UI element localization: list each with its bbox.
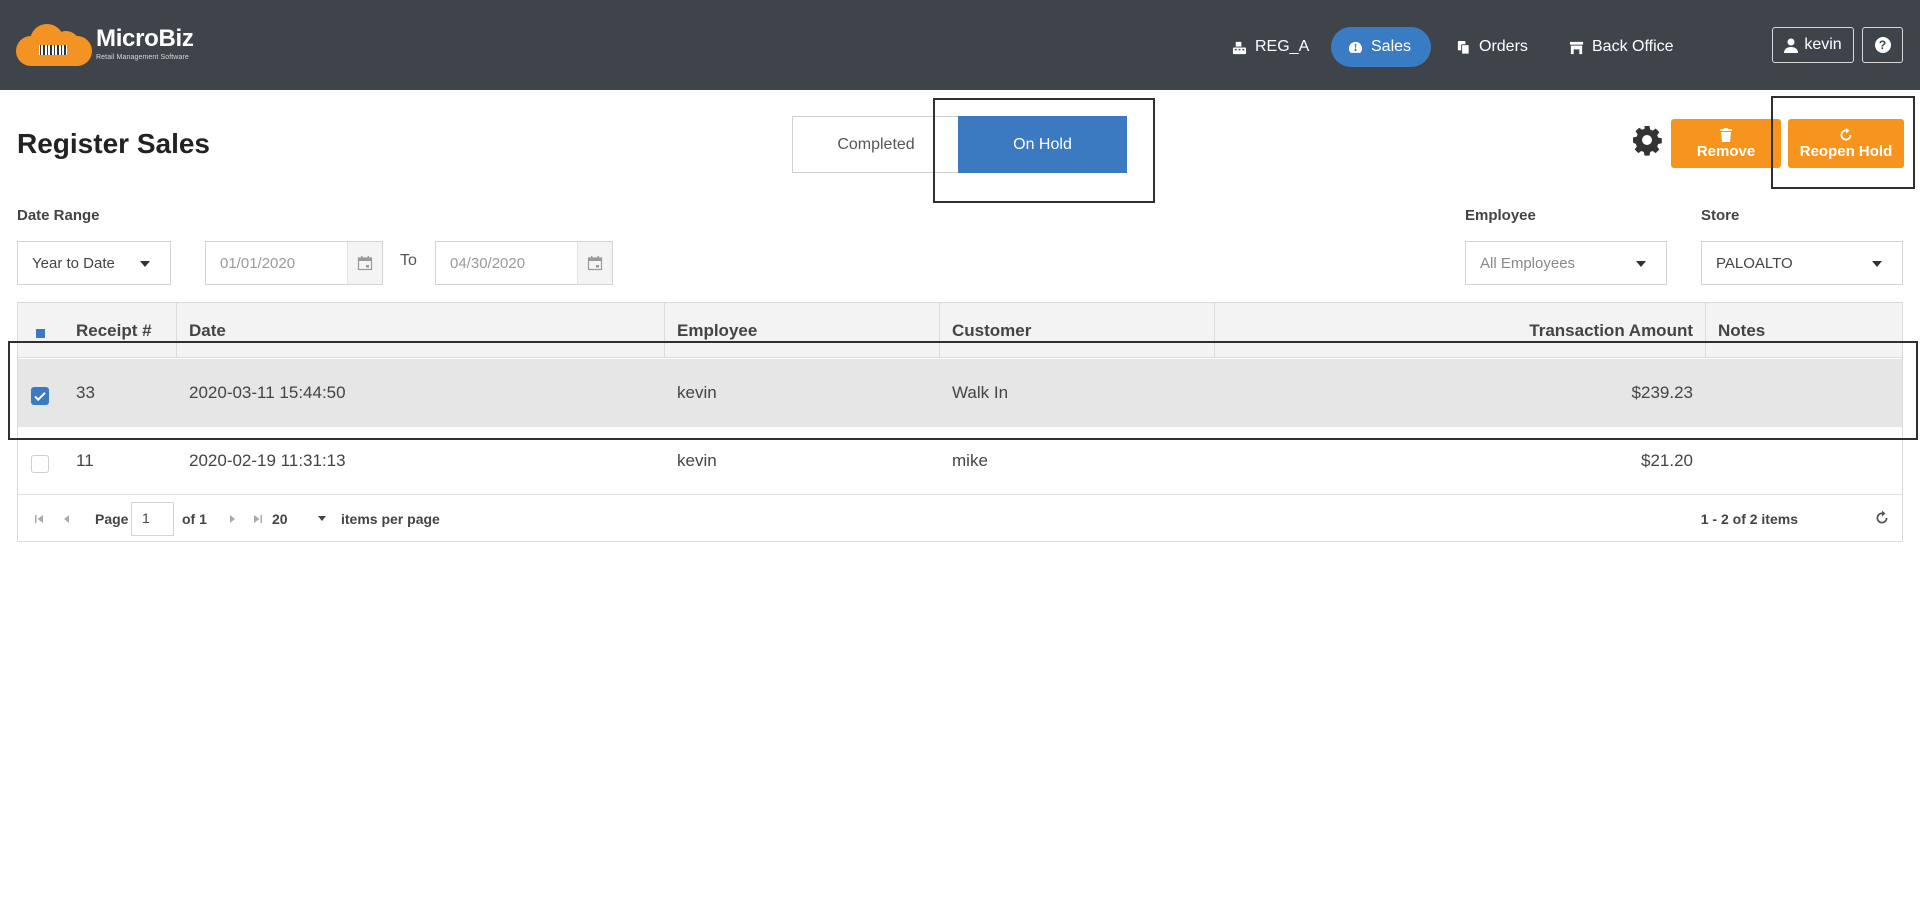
- column-header-notes[interactable]: Notes: [1706, 303, 1902, 358]
- nav-register[interactable]: REG_A: [1216, 27, 1325, 67]
- chevron-down-icon: [1872, 261, 1882, 267]
- nav-orders[interactable]: Orders: [1440, 27, 1544, 67]
- chevron-down-icon: [1636, 261, 1646, 267]
- table-row[interactable]: 33 2020-03-11 15:44:50 kevin Walk In $23…: [18, 359, 1902, 427]
- column-header-customer[interactable]: Customer: [940, 303, 1215, 358]
- nav-sales-label: Sales: [1371, 38, 1412, 55]
- user-menu-button[interactable]: kevin: [1772, 27, 1854, 63]
- remove-button[interactable]: Remove: [1671, 119, 1781, 168]
- store-icon: [1569, 41, 1584, 54]
- page-number-input[interactable]: 1: [131, 502, 174, 536]
- date-range-label: Date Range: [17, 207, 100, 224]
- first-page-icon[interactable]: [34, 512, 44, 524]
- cloud-barcode-icon: [16, 22, 92, 66]
- cell-employee: kevin: [677, 383, 717, 402]
- to-date-input[interactable]: 04/30/2020: [435, 241, 613, 285]
- cell-customer: Walk In: [952, 383, 1009, 402]
- refresh-icon[interactable]: [1874, 510, 1890, 526]
- nav-sales[interactable]: Sales: [1331, 27, 1431, 67]
- grid-header: Receipt # Date Employee Customer Transac…: [18, 303, 1902, 358]
- calendar-icon[interactable]: [347, 242, 382, 284]
- nav-register-label: REG_A: [1255, 38, 1310, 55]
- store-label: Store: [1701, 207, 1740, 224]
- register-icon: [1232, 41, 1247, 54]
- calendar-icon[interactable]: [577, 242, 612, 284]
- sales-grid: Receipt # Date Employee Customer Transac…: [17, 302, 1903, 542]
- cell-amount: $21.20: [1641, 451, 1693, 470]
- status-tabs: Completed On Hold: [792, 116, 1127, 173]
- store-value: PALOALTO: [1716, 254, 1793, 272]
- cell-receipt: 11: [76, 451, 94, 470]
- refresh-icon: [1840, 127, 1852, 140]
- nav-back-office[interactable]: Back Office: [1553, 27, 1690, 67]
- page-title: Register Sales: [17, 128, 210, 159]
- employee-select[interactable]: All Employees: [1465, 241, 1667, 285]
- last-page-icon[interactable]: [253, 512, 263, 524]
- microbiz-logo[interactable]: MicroBiz Retail Management Software: [16, 22, 194, 66]
- cell-date: 2020-03-11 15:44:50: [189, 383, 346, 402]
- from-date-value: 01/01/2020: [220, 254, 296, 272]
- help-button[interactable]: ?: [1862, 27, 1903, 63]
- nav-back-office-label: Back Office: [1592, 38, 1674, 55]
- nav-orders-label: Orders: [1479, 38, 1528, 55]
- user-name: kevin: [1804, 36, 1842, 53]
- cell-customer: mike: [952, 451, 988, 470]
- remove-label: Remove: [1696, 142, 1756, 160]
- date-range-value: Year to Date: [32, 254, 115, 272]
- row-checkbox[interactable]: [31, 387, 49, 405]
- cell-date: 2020-02-19 11:31:13: [189, 451, 346, 470]
- top-navbar: MicroBiz Retail Management Software REG_…: [0, 0, 1920, 90]
- reopen-hold-button[interactable]: Reopen Hold: [1788, 119, 1904, 168]
- previous-page-icon[interactable]: [62, 512, 72, 524]
- dashboard-gauge-icon: [1348, 41, 1362, 53]
- column-header-receipt[interactable]: Receipt #: [76, 303, 152, 358]
- reopen-hold-label: Reopen Hold: [1799, 142, 1893, 160]
- employee-value: All Employees: [1480, 254, 1576, 272]
- page-total-label: of 1: [182, 511, 207, 527]
- date-range-select[interactable]: Year to Date: [17, 241, 171, 285]
- chevron-down-icon[interactable]: [318, 516, 326, 521]
- question-icon: ?: [1874, 37, 1891, 53]
- chevron-down-icon: [140, 261, 150, 267]
- gear-icon[interactable]: [1631, 124, 1663, 156]
- user-icon: [1784, 38, 1799, 53]
- page-label: Page: [95, 511, 129, 527]
- logo-tagline: Retail Management Software: [96, 54, 189, 61]
- employee-label: Employee: [1465, 207, 1536, 224]
- orders-copy-icon: [1457, 40, 1470, 55]
- column-header-employee[interactable]: Employee: [665, 303, 940, 358]
- items-per-page-label: items per page: [341, 511, 440, 527]
- page-size-select[interactable]: 20: [272, 511, 288, 527]
- row-checkbox[interactable]: [31, 455, 49, 473]
- tab-completed[interactable]: Completed: [792, 116, 960, 173]
- next-page-icon[interactable]: [227, 512, 237, 524]
- store-select[interactable]: PALOALTO: [1701, 241, 1903, 285]
- select-all-checkbox[interactable]: [36, 329, 45, 338]
- trash-icon: [1720, 127, 1732, 142]
- tab-on-hold[interactable]: On Hold: [958, 116, 1127, 173]
- cell-receipt: 33: [76, 383, 95, 402]
- from-date-input[interactable]: 01/01/2020: [205, 241, 383, 285]
- items-count: 1 - 2 of 2 items: [1700, 511, 1798, 527]
- cell-employee: kevin: [677, 451, 717, 470]
- pager: Page 1 of 1 20 items per page 1 - 2 of 2…: [18, 496, 1902, 542]
- logo-name: MicroBiz: [96, 25, 194, 52]
- to-date-value: 04/30/2020: [450, 254, 526, 272]
- column-header-date[interactable]: Date: [177, 303, 665, 358]
- checkmark-icon: [34, 392, 46, 402]
- column-header-transaction-amount[interactable]: Transaction Amount: [1215, 303, 1706, 358]
- cell-amount: $239.23: [1631, 383, 1693, 402]
- to-label: To: [400, 252, 417, 269]
- table-row[interactable]: 11 2020-02-19 11:31:13 kevin mike $21.20: [18, 427, 1902, 495]
